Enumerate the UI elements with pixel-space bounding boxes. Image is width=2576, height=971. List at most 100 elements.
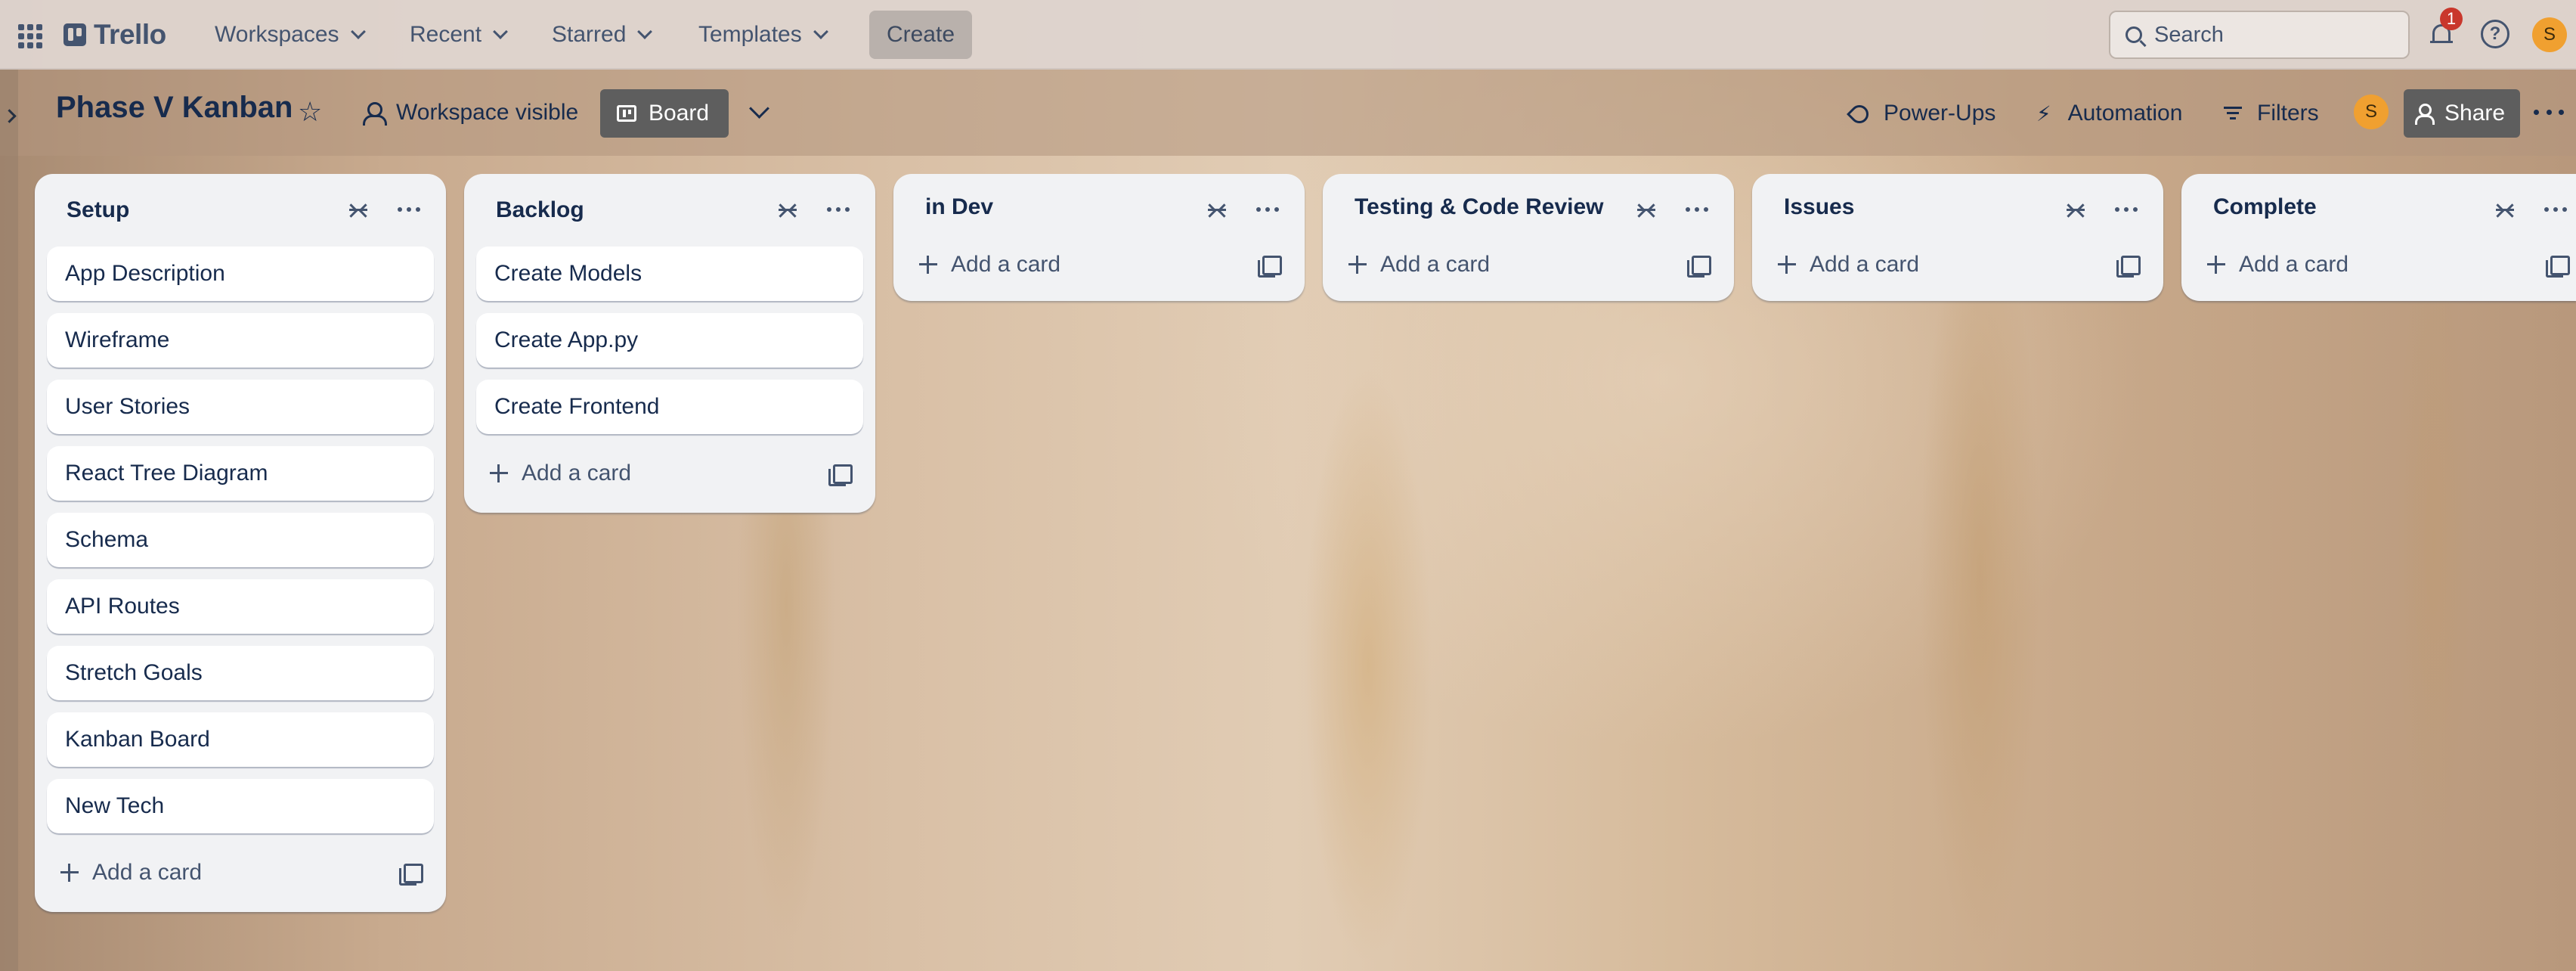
person-add-icon <box>2414 104 2435 125</box>
apps-grid-icon[interactable] <box>15 21 42 48</box>
card[interactable]: User Stories <box>47 380 434 434</box>
add-card-button[interactable]: Add a card <box>47 845 434 900</box>
card[interactable]: Create App.py <box>476 313 863 368</box>
list-header[interactable]: Issues <box>1764 174 2151 240</box>
chevron-right-icon[interactable] <box>2 107 18 124</box>
card-template-icon[interactable] <box>2546 256 2570 278</box>
card-template-icon[interactable] <box>1687 256 1711 278</box>
card[interactable]: Create Frontend <box>476 380 863 434</box>
card[interactable]: React Tree Diagram <box>47 446 434 501</box>
card[interactable]: Schema <box>47 513 434 567</box>
card[interactable]: Wireframe <box>47 313 434 368</box>
add-card-button[interactable]: Add a card <box>476 446 863 501</box>
list-header[interactable]: Setup <box>47 174 434 247</box>
list-header[interactable]: Testing & Code Review <box>1335 174 1722 240</box>
nav-starred-button[interactable]: Starred <box>540 11 662 59</box>
power-ups-label: Power-Ups <box>1884 101 1996 126</box>
nav-templates-label: Templates <box>698 22 802 47</box>
search-box[interactable] <box>2109 11 2410 59</box>
list-title[interactable]: Complete <box>2213 194 2317 220</box>
add-card-label: Add a card <box>522 461 632 486</box>
list-menu-icon[interactable] <box>1256 207 1279 213</box>
add-card-button[interactable]: Add a card <box>1335 240 1722 289</box>
user-avatar[interactable]: S <box>2532 17 2567 52</box>
list-menu-icon[interactable] <box>827 207 850 213</box>
chevron-down-icon <box>493 24 508 39</box>
automation-button[interactable]: ⚡ Automation <box>2036 89 2182 138</box>
list-menu-icon[interactable] <box>2544 207 2567 213</box>
collapse-list-icon[interactable] <box>1633 203 1660 218</box>
plus-icon <box>919 256 937 274</box>
add-card-button[interactable]: Add a card <box>906 240 1293 289</box>
sidebar-collapsed-rail[interactable] <box>0 70 18 971</box>
list-menu-icon[interactable] <box>2115 207 2138 213</box>
help-icon[interactable]: ? <box>2481 20 2509 48</box>
nav-workspaces-button[interactable]: Workspaces <box>203 11 376 59</box>
chevron-down-icon[interactable] <box>747 100 769 123</box>
card-template-icon[interactable] <box>828 464 853 486</box>
card[interactable]: App Description <box>47 247 434 301</box>
chevron-down-icon <box>637 24 653 39</box>
power-ups-button[interactable]: Power-Ups <box>1847 89 1995 138</box>
list-header[interactable]: Complete <box>2194 174 2567 240</box>
card[interactable]: Kanban Board <box>47 712 434 767</box>
trello-logo[interactable]: Trello <box>63 17 166 53</box>
rocket-icon <box>1847 104 1867 123</box>
list-header[interactable]: in Dev <box>906 174 1293 240</box>
plus-icon <box>1348 256 1367 274</box>
create-button[interactable]: Create <box>869 11 972 59</box>
filters-button[interactable]: Filters <box>2224 89 2319 138</box>
trello-logo-text: Trello <box>94 19 166 50</box>
list-menu-icon[interactable] <box>398 207 420 213</box>
plus-icon <box>490 464 508 482</box>
card-template-icon[interactable] <box>1258 256 1282 278</box>
list-menu-icon[interactable] <box>1686 207 1708 213</box>
add-card-label: Add a card <box>2239 252 2349 277</box>
plus-icon <box>60 864 79 882</box>
automation-label: Automation <box>2067 101 2183 126</box>
search-input[interactable] <box>2154 22 2404 48</box>
card[interactable]: Create Models <box>476 247 863 301</box>
card[interactable]: API Routes <box>47 579 434 634</box>
list-title[interactable]: Setup <box>67 197 129 223</box>
add-card-button[interactable]: Add a card <box>2194 240 2570 289</box>
add-card-button[interactable]: Add a card <box>1764 240 2151 289</box>
board-view-label: Board <box>649 101 710 126</box>
collapse-list-icon[interactable] <box>345 203 372 218</box>
filters-label: Filters <box>2257 101 2319 126</box>
add-card-label: Add a card <box>1380 252 1491 277</box>
list-testing-code-review: Testing & Code Review Add a card <box>1323 174 1734 301</box>
collapse-list-icon[interactable] <box>1203 203 1231 218</box>
list-backlog: Backlog Create Models Create App.py Crea… <box>464 174 875 513</box>
list-header[interactable]: Backlog <box>476 174 863 247</box>
list-title[interactable]: Testing & Code Review <box>1355 194 1604 220</box>
visibility-button[interactable]: Workspace visible <box>355 89 586 136</box>
card-template-icon[interactable] <box>399 864 423 886</box>
card[interactable]: New Tech <box>47 779 434 833</box>
list-issues: Issues Add a card <box>1752 174 2163 301</box>
chevron-down-icon <box>350 24 366 39</box>
board-icon <box>617 105 636 122</box>
more-options-icon[interactable] <box>2534 103 2564 121</box>
list-title[interactable]: Issues <box>1784 194 1854 220</box>
nav-templates-button[interactable]: Templates <box>686 11 838 59</box>
collapse-list-icon[interactable] <box>2062 203 2089 218</box>
star-icon[interactable]: ☆ <box>298 98 322 126</box>
list-title[interactable]: in Dev <box>925 194 993 220</box>
visibility-label: Workspace visible <box>396 100 579 125</box>
board-member-avatar[interactable]: S <box>2354 95 2389 129</box>
board-title[interactable]: Phase V Kanban <box>56 91 293 125</box>
board-view-button[interactable]: Board <box>600 89 729 138</box>
card-template-icon[interactable] <box>2116 256 2141 278</box>
nav-recent-button[interactable]: Recent <box>398 11 518 59</box>
plus-icon <box>2207 256 2225 274</box>
collapse-list-icon[interactable] <box>774 203 801 218</box>
list-complete: Complete Add a card <box>2181 174 2576 301</box>
collapse-list-icon[interactable] <box>2491 203 2519 218</box>
top-navigation-bar: Trello Workspaces Recent Starred Templat… <box>0 0 2576 70</box>
search-icon <box>2126 26 2142 43</box>
share-button[interactable]: Share <box>2404 89 2520 138</box>
card[interactable]: Stretch Goals <box>47 646 434 700</box>
list-title[interactable]: Backlog <box>496 197 584 223</box>
nav-workspaces-label: Workspaces <box>215 22 339 47</box>
